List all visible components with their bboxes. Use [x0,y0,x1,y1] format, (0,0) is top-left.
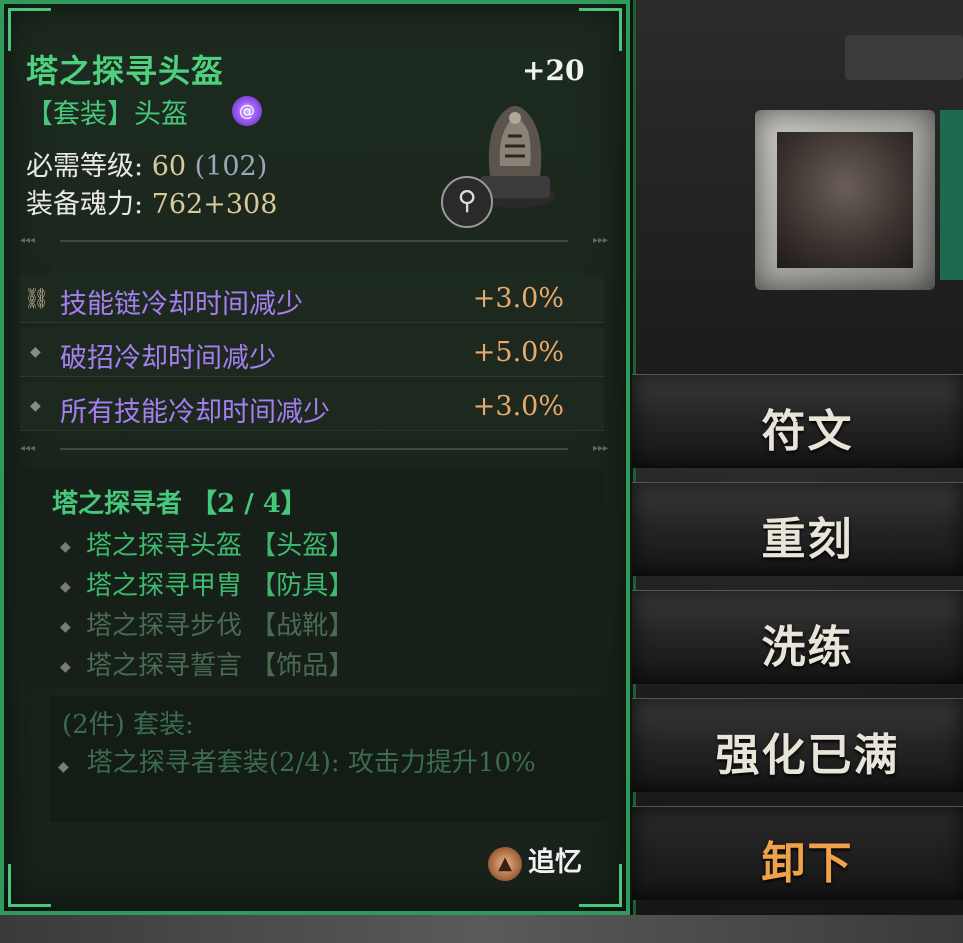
frame-corner [579,8,622,51]
swirl-icon: @ [232,96,262,126]
required-level-row: 必需等级: 60 (102) [26,144,267,183]
affix-name: 所有技能冷却时间减少 [60,397,330,428]
reforge-button-label: 重刻 [761,514,854,565]
equipment-slot-image [777,132,913,268]
set-item-label: 塔之探寻甲胄 【防具】 [86,571,355,601]
frame-corner [579,864,622,907]
chain-icon: ⛓ [24,286,50,310]
power-row: 装备魂力: 762+308 [26,182,277,221]
equipment-slot[interactable] [755,110,935,290]
set-list: 塔之探寻者 【2 / 4】 ◆ 塔之探寻头盔 【头盔】 ◆ 塔之探寻甲胄 【防具】 … [20,467,604,689]
item-category: 【套装】头盔 [26,99,188,130]
diamond-bullet-icon: ◆ [60,659,71,675]
recall-label: 追忆 [528,847,582,878]
frame-corner [8,864,51,907]
set-item-label: 塔之探寻誓言 【饰品】 [86,651,355,681]
diamond-bullet-icon: ◆ [60,579,71,595]
inspect-icon[interactable]: ⚲ [441,176,493,228]
required-level-label: 必需等级: [26,151,144,182]
frame-corner [8,8,51,51]
power-label: 装备魂力: [26,189,144,220]
set-title: 塔之探寻者 【2 / 4】 [52,489,307,519]
rune-button-label: 符文 [761,406,854,457]
affix-amount: +3.0% [472,391,564,422]
set-bonus-header: (2件) 套装: [62,710,194,740]
set-bonus-line: ◆ 塔之探寻者套装(2/4): 攻击力提升10% [58,744,603,786]
rune-button[interactable]: 符文 [632,374,963,468]
set-item-label: 塔之探寻头盔 【头盔】 [86,531,355,561]
background-accent [940,110,963,280]
diamond-bullet-icon: ◆ [60,619,71,635]
enhance-maxed-button-label: 强化已满 [715,730,900,781]
affix-amount: +5.0% [472,337,564,368]
set-item: ◆ 塔之探寻誓言 【饰品】 [60,645,354,682]
diamond-bullet-icon: ◆ [30,344,41,360]
enhance-maxed-button[interactable]: 强化已满 [632,698,963,792]
reroll-button-label: 洗练 [761,622,854,673]
reforge-button[interactable]: 重刻 [632,482,963,576]
set-item: ◆ 塔之探寻头盔 【头盔】 [60,525,354,562]
set-item: ◆ 塔之探寻步伐 【战靴】 [60,605,354,642]
diamond-bullet-icon: ◆ [60,539,71,555]
recall-button[interactable]: ▲ 追忆 [488,840,582,881]
set-item-label: 塔之探寻步伐 【战靴】 [86,611,355,641]
divider: ◂◂◂ ▸▸▸ [20,235,608,246]
required-level-extra: (102) [194,151,268,182]
affix-amount: +3.0% [472,283,564,314]
bottom-bar [0,915,963,943]
affix-name: 技能链冷却时间减少 [60,289,303,320]
divider: ◂◂◂ ▸▸▸ [20,443,608,454]
unequip-button[interactable]: 卸下 [632,806,963,900]
affix-name: 破招冷却时间减少 [60,343,276,374]
set-item: ◆ 塔之探寻甲胄 【防具】 [60,565,354,602]
required-level-value: 60 [151,151,187,182]
reroll-button[interactable]: 洗练 [632,590,963,684]
set-bonus: (2件) 套装: ◆ 塔之探寻者套装(2/4): 攻击力提升10% [50,696,610,822]
item-tooltip: 塔之探寻头盔 +20 【套装】头盔 @ 必需等级: 60 (102) 装备魂力:… [0,0,630,915]
item-name: 塔之探寻头盔 [26,52,225,90]
game-screen: 塔之探寻头盔 +20 【套装】头盔 @ 必需等级: 60 (102) 装备魂力:… [0,0,963,943]
enhance-level: +20 [522,54,585,87]
affix-row: ⛓ 技能链冷却时间减少 +3.0% [20,274,604,323]
diamond-bullet-icon: ◆ [30,398,41,414]
affix-row: ◆ 所有技能冷却时间减少 +3.0% [20,382,604,431]
affix-row: ◆ 破招冷却时间减少 +5.0% [20,328,604,377]
diamond-bullet-icon: ◆ [58,759,69,775]
power-value: 762+308 [151,189,278,220]
set-bonus-text: 塔之探寻者套装(2/4): 攻击力提升10% [86,748,536,778]
unequip-button-label: 卸下 [761,838,854,889]
background-tab [845,35,963,80]
recall-icon: ▲ [488,846,522,881]
